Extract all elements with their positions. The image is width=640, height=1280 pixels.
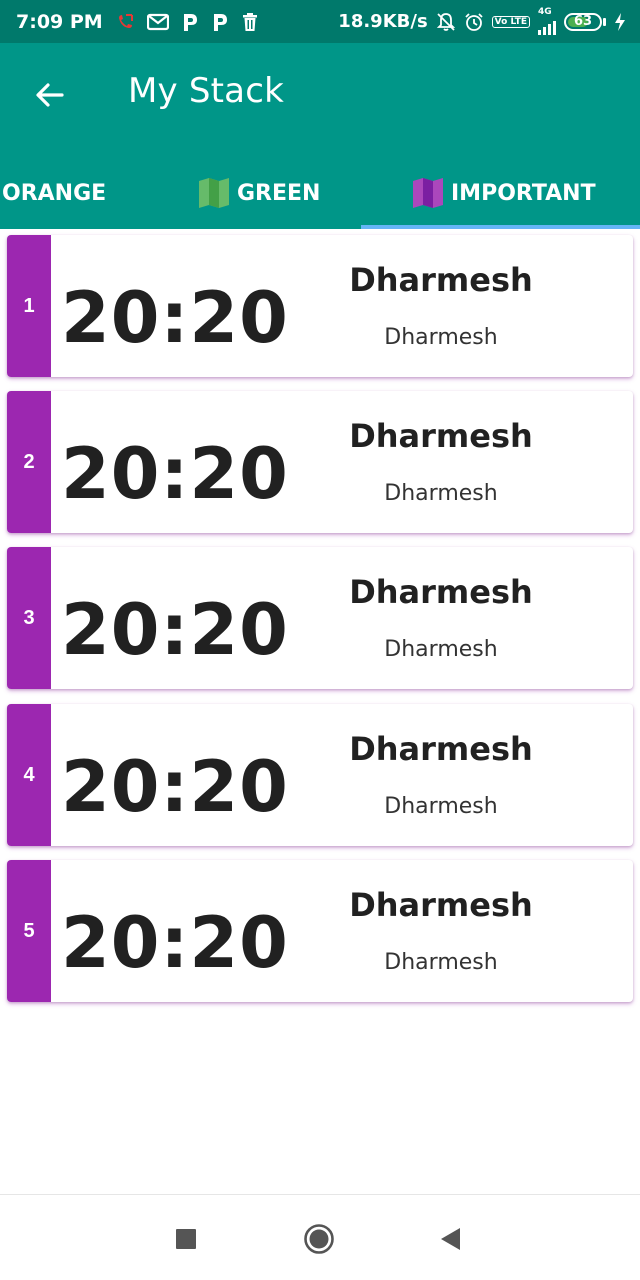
battery-icon: 63 [564,12,606,31]
p-icon [181,12,199,32]
item-index: 4 [7,704,51,846]
app-bar: My Stack ORANGE GREEN IMPORTANT [0,43,640,229]
status-bar: 7:09 PM 18.9KB/s Vo LTE 4G 63 [0,0,640,43]
item-time: 20:20 [61,902,289,984]
charging-icon [614,12,626,32]
item-subtitle: Dharmesh [384,950,498,975]
page-title: My Stack [128,71,284,111]
missed-call-icon [115,12,135,32]
item-subtitle: Dharmesh [384,637,498,662]
item-subtitle: Dharmesh [384,325,498,350]
tab-orange[interactable]: ORANGE [2,161,106,225]
list-item[interactable]: 5 20:20 Dharmesh Dharmesh [7,860,633,1002]
mute-icon [436,12,456,32]
trash-icon [241,12,259,32]
tab-indicator [361,225,640,229]
back-icon [441,1228,460,1250]
list-item[interactable]: 3 20:20 Dharmesh Dharmesh [7,547,633,689]
arrow-left-icon [36,83,64,107]
volte-icon: Vo LTE [491,15,530,28]
map-icon [411,176,445,210]
battery-level: 63 [573,14,593,29]
item-title: Dharmesh [349,417,533,455]
network-type: 4G [538,7,552,17]
mail-icon [146,13,169,31]
map-icon [197,176,231,210]
item-time: 20:20 [61,589,289,671]
tab-label: ORANGE [2,180,107,206]
item-title: Dharmesh [349,261,533,299]
item-time: 20:20 [61,746,289,828]
status-right: 18.9KB/s Vo LTE 4G 63 [338,8,626,35]
p-icon [211,12,229,32]
net-speed: 18.9KB/s [338,11,428,32]
tab-bar: ORANGE GREEN IMPORTANT [0,161,640,229]
back-button[interactable] [28,73,72,117]
item-title: Dharmesh [349,886,533,924]
item-time: 20:20 [61,433,289,515]
status-left: 7:09 PM [16,11,259,33]
item-subtitle: Dharmesh [384,794,498,819]
item-title: Dharmesh [349,730,533,768]
status-time: 7:09 PM [16,10,103,33]
signal-icon: 4G [538,8,556,35]
home-icon [304,1224,334,1254]
tab-green[interactable]: GREEN [197,161,320,225]
item-title: Dharmesh [349,573,533,611]
tab-label: IMPORTANT [451,180,596,206]
list-item[interactable]: 2 20:20 Dharmesh Dharmesh [7,391,633,533]
recents-icon [176,1229,196,1249]
tab-important[interactable]: IMPORTANT [411,161,596,225]
tab-label: GREEN [237,180,321,206]
system-nav-bar [0,1194,640,1280]
list-item[interactable]: 4 20:20 Dharmesh Dharmesh [7,704,633,846]
item-index: 3 [7,547,51,689]
home-button[interactable] [303,1223,335,1255]
item-subtitle: Dharmesh [384,481,498,506]
alarm-icon [464,12,484,32]
list-item[interactable]: 1 20:20 Dharmesh Dharmesh [7,235,633,377]
item-time: 20:20 [61,277,289,359]
item-index: 1 [7,235,51,377]
back-nav-button[interactable] [434,1223,466,1255]
item-index: 5 [7,860,51,1002]
recents-button[interactable] [170,1223,202,1255]
item-index: 2 [7,391,51,533]
